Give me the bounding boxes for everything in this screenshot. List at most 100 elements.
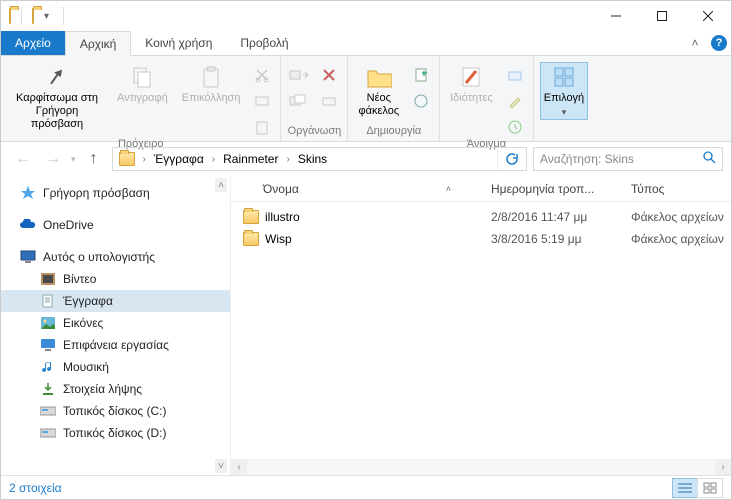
file-name: Wisp xyxy=(265,232,292,246)
details-view-button[interactable] xyxy=(672,478,698,498)
horizontal-scrollbar[interactable]: ‹ › xyxy=(231,459,731,475)
minimize-button[interactable] xyxy=(593,1,639,31)
maximize-button[interactable] xyxy=(639,1,685,31)
pin-icon xyxy=(44,64,70,90)
properties-icon xyxy=(458,64,484,90)
search-input[interactable] xyxy=(540,152,699,166)
tab-share[interactable]: Κοινή χρήση xyxy=(131,31,226,55)
sidebar-item-label: Μουσική xyxy=(63,360,109,374)
documents-icon xyxy=(39,293,57,309)
qat-divider-2 xyxy=(63,7,64,25)
select-icon xyxy=(551,64,577,90)
delete-icon xyxy=(317,64,341,86)
sidebar-item-label: Έγγραφα xyxy=(63,294,113,308)
star-icon xyxy=(19,185,37,201)
breadcrumb-root-icon[interactable] xyxy=(115,148,139,170)
drive-icon xyxy=(39,425,57,441)
file-type: Φάκελος αρχείων xyxy=(621,232,731,246)
properties-button: Ιδιότητες xyxy=(446,62,497,107)
forward-button: → xyxy=(41,147,65,171)
sidebar-item-label: Βίντεο xyxy=(63,272,96,286)
up-button[interactable]: ↑ xyxy=(82,147,106,171)
file-date: 2/8/2016 11:47 μμ xyxy=(481,210,621,224)
sidebar-item-disk-c[interactable]: Τοπικός δίσκος (C:) xyxy=(1,400,230,422)
column-name[interactable]: Όνομα ˄ xyxy=(231,182,481,196)
chevron-right-icon[interactable]: › xyxy=(141,154,148,165)
file-type: Φάκελος αρχείων xyxy=(621,210,731,224)
table-row[interactable]: Wisp3/8/2016 5:19 μμΦάκελος αρχείων xyxy=(231,228,731,250)
search-box[interactable] xyxy=(533,147,723,171)
file-list[interactable]: illustro 2/8/2016 11:47 μμΦάκελος αρχείων… xyxy=(231,202,731,459)
sidebar-item-onedrive[interactable]: OneDrive xyxy=(1,214,230,236)
title-bar: ▾ xyxy=(1,1,731,31)
history-dropdown-icon[interactable]: ▾ xyxy=(71,154,76,165)
sidebar-item-label: Εικόνες xyxy=(63,316,103,330)
address-row: ← → ▾ ↑ › Έγγραφα › Rainmeter › Skins xyxy=(1,142,731,176)
column-headers: Όνομα ˄ Ημερομηνία τροπ... Τύπος xyxy=(231,176,731,202)
search-icon[interactable] xyxy=(703,151,716,167)
select-button[interactable]: Επιλογή ▾ xyxy=(540,62,588,120)
qat-folder-icon[interactable] xyxy=(32,9,34,23)
close-button[interactable] xyxy=(685,1,731,31)
ribbon-collapse-icon[interactable]: ˄ xyxy=(683,31,707,55)
open-icon xyxy=(503,64,527,86)
sidebar-item-label: Τοπικός δίσκος (D:) xyxy=(63,426,167,440)
sidebar-item-downloads[interactable]: Στοιχεία λήψης xyxy=(1,378,230,400)
sidebar-item-music[interactable]: Μουσική xyxy=(1,356,230,378)
moveto-icon xyxy=(287,64,311,86)
breadcrumb-2[interactable]: Skins xyxy=(294,148,331,170)
breadcrumb-0[interactable]: Έγγραφα xyxy=(150,148,208,170)
scroll-up-icon[interactable]: ˄ xyxy=(215,178,227,192)
chevron-right-icon[interactable]: › xyxy=(210,154,217,165)
file-name: illustro xyxy=(265,210,300,224)
pin-quickaccess-button[interactable]: Καρφίτσωμα στη Γρήγορη πρόσβαση xyxy=(7,62,107,133)
pc-icon xyxy=(19,249,37,265)
sidebar-item-desktop[interactable]: Επιφάνεια εργασίας xyxy=(1,334,230,356)
table-row[interactable]: illustro 2/8/2016 11:47 μμΦάκελος αρχείων xyxy=(231,206,731,228)
newitem-icon[interactable] xyxy=(409,64,433,86)
easyaccess-icon[interactable] xyxy=(409,90,433,112)
paste-icon xyxy=(198,64,224,90)
breadcrumb-1[interactable]: Rainmeter xyxy=(219,148,282,170)
sort-caret-icon: ˄ xyxy=(446,184,451,194)
ribbon: Καρφίτσωμα στη Γρήγορη πρόσβαση Αντιγραφ… xyxy=(1,56,731,142)
scroll-left-icon[interactable]: ‹ xyxy=(231,460,247,476)
folder-icon xyxy=(243,210,259,224)
tab-home[interactable]: Αρχική xyxy=(65,31,131,56)
video-icon xyxy=(39,271,57,287)
refresh-button[interactable] xyxy=(497,148,524,170)
scroll-down-icon[interactable]: ˅ xyxy=(215,459,227,473)
new-folder-button[interactable]: Νέος φάκελος xyxy=(354,62,403,120)
icons-view-button[interactable] xyxy=(697,478,723,498)
help-button[interactable]: ? xyxy=(707,31,731,55)
address-bar[interactable]: › Έγγραφα › Rainmeter › Skins xyxy=(112,147,527,171)
copy-button: Αντιγραφή xyxy=(113,62,172,107)
scroll-right-icon[interactable]: › xyxy=(715,460,731,476)
pasteshortcut-icon xyxy=(250,116,274,138)
menu-bar: Αρχείο Αρχική Κοινή χρήση Προβολή ˄ ? xyxy=(1,31,731,56)
status-text: 2 στοιχεία xyxy=(9,481,62,495)
navigation-pane[interactable]: ˄ Γρήγορη πρόσβαση OneDrive Αυτός ο υπολ… xyxy=(1,176,231,475)
sidebar-item-videos[interactable]: Βίντεο xyxy=(1,268,230,290)
new-group-label: Δημιουργία xyxy=(366,125,421,139)
tab-view[interactable]: Προβολή xyxy=(226,31,302,55)
qat-dropdown-icon[interactable]: ▾ xyxy=(40,9,53,24)
tab-file[interactable]: Αρχείο xyxy=(1,31,65,55)
column-type[interactable]: Τύπος xyxy=(621,182,731,196)
sidebar-item-label: Στοιχεία λήψης xyxy=(63,382,142,396)
column-date[interactable]: Ημερομηνία τροπ... xyxy=(481,182,621,196)
sidebar-item-thispc[interactable]: Αυτός ο υπολογιστής xyxy=(1,246,230,268)
chevron-right-icon[interactable]: › xyxy=(284,154,291,165)
app-folder-icon xyxy=(9,9,11,23)
sidebar-item-pictures[interactable]: Εικόνες xyxy=(1,312,230,334)
download-icon xyxy=(39,381,57,397)
chevron-down-icon: ▾ xyxy=(562,107,567,118)
sidebar-item-documents[interactable]: Έγγραφα xyxy=(1,290,230,312)
sidebar-item-quickaccess[interactable]: Γρήγορη πρόσβαση xyxy=(1,182,230,204)
sidebar-item-disk-d[interactable]: Τοπικός δίσκος (D:) xyxy=(1,422,230,444)
sidebar-item-label: OneDrive xyxy=(43,218,94,232)
sidebar-item-label: Επιφάνεια εργασίας xyxy=(63,338,169,352)
sidebar-item-label: Αυτός ο υπολογιστής xyxy=(43,250,155,264)
main-area: ˄ Γρήγορη πρόσβαση OneDrive Αυτός ο υπολ… xyxy=(1,176,731,475)
copy-icon xyxy=(129,64,155,90)
